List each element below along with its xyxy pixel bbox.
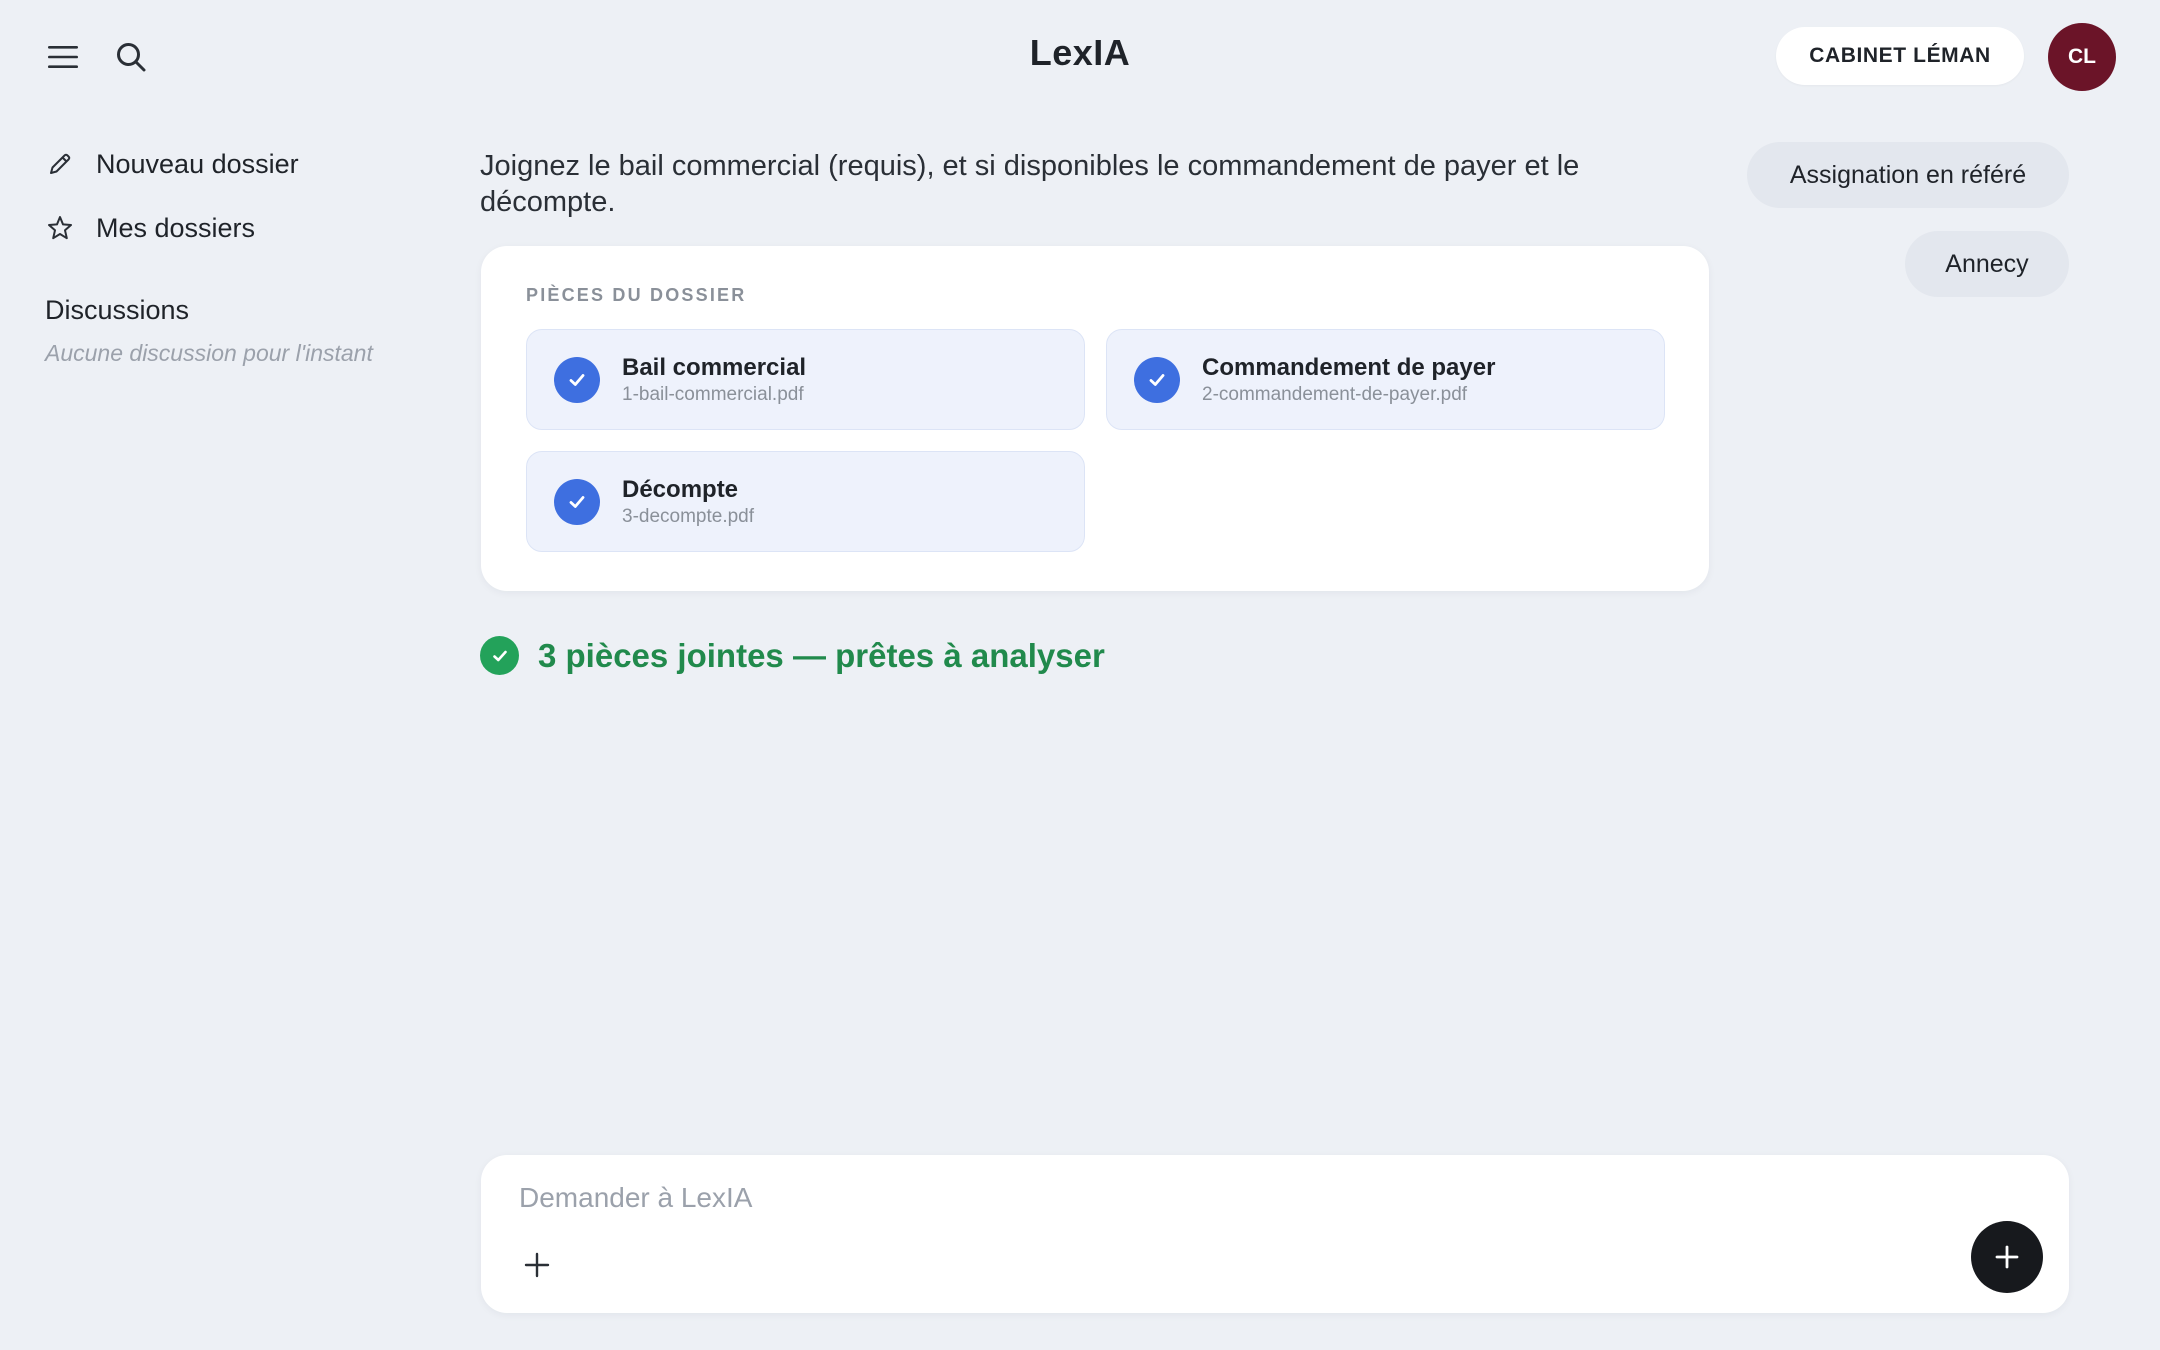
search-icon [117,43,146,72]
file-tile[interactable]: Bail commercial 1-bail-commercial.pdf [526,329,1085,430]
check-icon [554,478,600,525]
menu-button[interactable] [40,34,86,80]
search-button[interactable] [108,34,154,80]
attachment-status: 3 pièces jointes — prêtes à analyser [480,636,1105,675]
organization-button[interactable]: CABINET LÉMAN [1776,27,2024,85]
star-icon [44,212,76,244]
file-name: 1-bail-commercial.pdf [622,383,804,405]
file-tile[interactable]: Décompte 3-decompte.pdf [526,451,1085,552]
attach-button[interactable] [519,1247,555,1283]
send-button[interactable] [1971,1221,2043,1293]
discussions-heading: Discussions [45,295,190,325]
check-icon [554,356,600,403]
file-title: Décompte [622,475,739,503]
app-root: LexIA CABINET LÉMAN CL Nouveau dossier M… [0,0,2160,1350]
file-title: Bail commercial [622,353,807,381]
plus-icon [524,1252,550,1278]
pencil-icon [44,148,76,180]
suggestion-chip-annecy[interactable]: Annecy [1905,231,2069,297]
file-name: 2-commandement-de-payer.pdf [1202,383,1468,405]
file-name: 3-decompte.pdf [622,505,755,527]
plus-icon [1995,1245,2019,1269]
dossier-files-card: PIÈCES DU DOSSIER Bail commercial 1-bail… [481,246,1709,591]
discussions-empty-text: Aucune discussion pour l'instant [45,340,373,366]
sidebar-item-label: Mes dossiers [96,212,256,243]
success-check-icon [480,636,519,675]
file-tile[interactable]: Commandement de payer 2-commandement-de-… [1106,329,1665,430]
suggestion-chip-assignation[interactable]: Assignation en référé [1747,142,2069,208]
hamburger-menu-icon [48,46,78,68]
sidebar-item-new-dossier[interactable]: Nouveau dossier [44,148,299,180]
avatar[interactable]: CL [2048,23,2116,91]
message-input[interactable] [519,1175,1919,1221]
sidebar-item-my-dossiers[interactable]: Mes dossiers [44,212,255,244]
composer [481,1155,2069,1313]
sidebar-item-label: Nouveau dossier [96,148,299,179]
assistant-message: Joignez le bail commercial (requis), et … [480,150,1580,218]
file-title: Commandement de payer [1202,353,1496,381]
check-icon [1134,356,1180,403]
status-text: 3 pièces jointes — prêtes à analyser [538,636,1105,674]
card-label: PIÈCES DU DOSSIER [526,285,747,305]
